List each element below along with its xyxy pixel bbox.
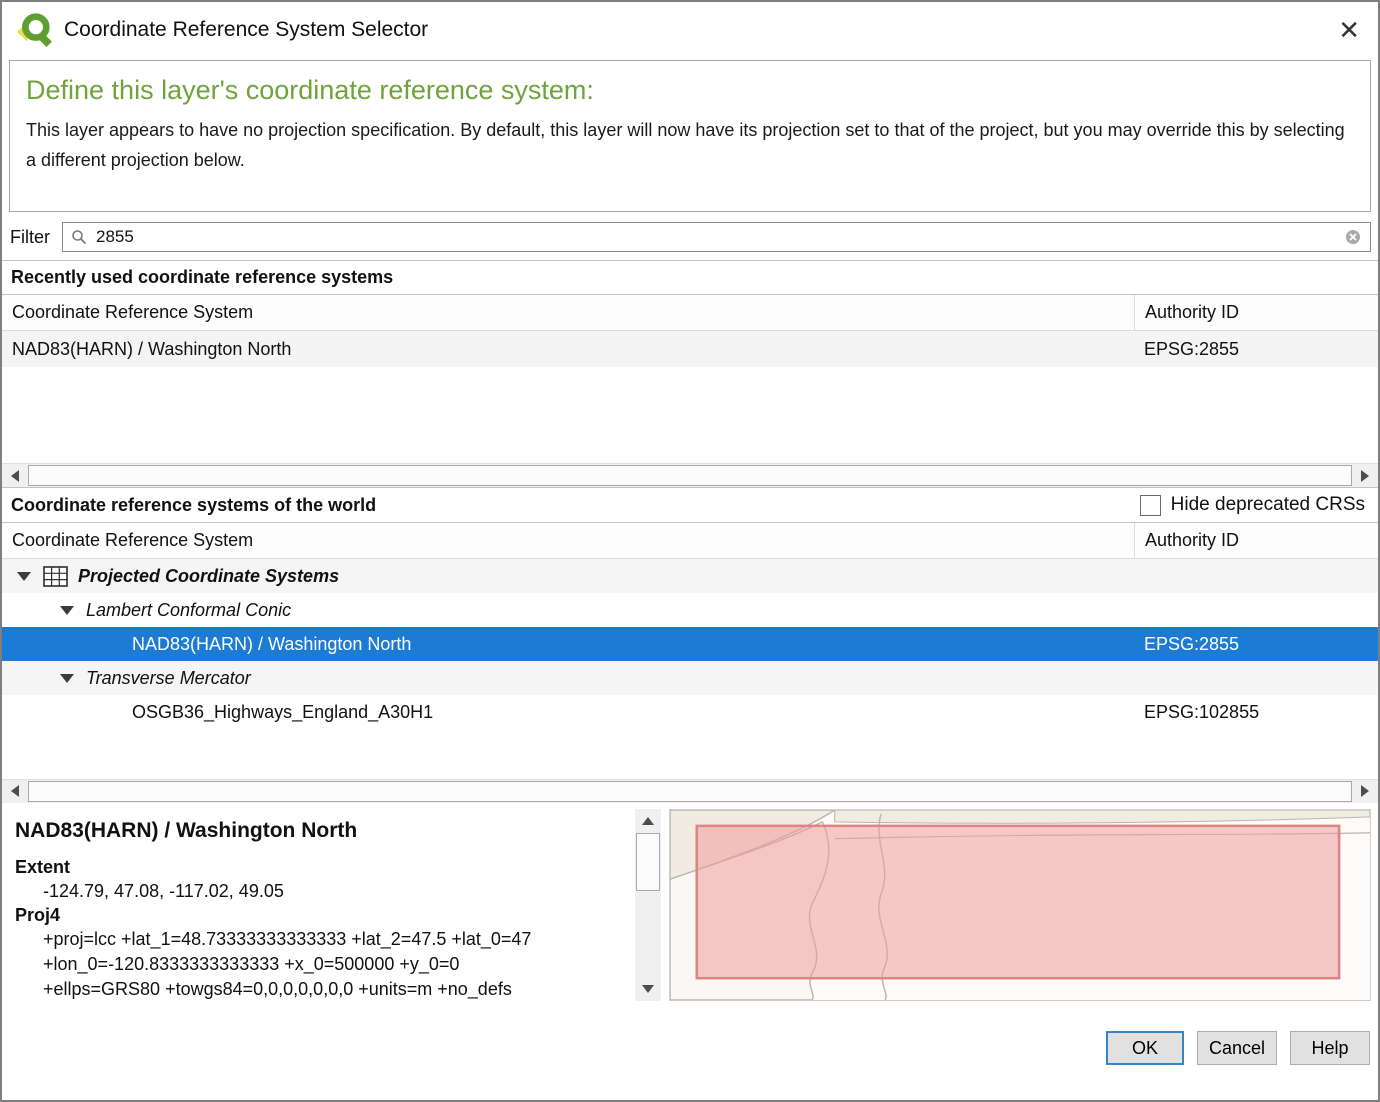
details-crs-name: NAD83(HARN) / Washington North bbox=[15, 819, 629, 843]
define-crs-heading: Define this layer's coordinate reference… bbox=[26, 75, 1354, 106]
tree-group-projected-coordinate-systems[interactable]: Projected Coordinate Systems bbox=[2, 559, 1378, 593]
world-col-crs: Coordinate Reference System bbox=[2, 523, 1134, 558]
hide-deprecated-group: Hide deprecated CRSs bbox=[1140, 494, 1369, 516]
header-message-box: Define this layer's coordinate reference… bbox=[9, 60, 1371, 212]
extent-rectangle bbox=[697, 825, 1339, 977]
scroll-right-icon[interactable] bbox=[1352, 464, 1378, 487]
extent-preview-map bbox=[669, 809, 1371, 1001]
world-section-bar: Coordinate reference systems of the worl… bbox=[2, 487, 1378, 523]
recent-crs-row[interactable]: NAD83(HARN) / Washington North EPSG:2855 bbox=[2, 331, 1378, 367]
world-col-authority: Authority ID bbox=[1134, 523, 1378, 558]
search-icon bbox=[71, 229, 87, 245]
scroll-left-icon[interactable] bbox=[2, 780, 28, 803]
recent-horizontal-scrollbar[interactable] bbox=[2, 463, 1378, 487]
recent-section-title: Recently used coordinate reference syste… bbox=[2, 260, 1378, 295]
header-description: This layer appears to have no projection… bbox=[26, 116, 1354, 175]
tree-group-transverse-mercator[interactable]: Transverse Mercator bbox=[2, 661, 1378, 695]
chevron-down-icon[interactable] bbox=[60, 674, 74, 683]
world-scrollbar-thumb[interactable] bbox=[28, 781, 1352, 802]
filter-row: Filter bbox=[2, 222, 1378, 260]
details-scrollbar-thumb[interactable] bbox=[636, 833, 660, 891]
world-table-header: Coordinate Reference System Authority ID bbox=[2, 523, 1378, 559]
titlebar: Coordinate Reference System Selector ✕ bbox=[2, 2, 1378, 58]
qgis-logo-icon bbox=[14, 11, 52, 49]
proj4-line: +proj=lcc +lat_1=48.73333333333333 +lat_… bbox=[13, 927, 629, 952]
world-section-title: Coordinate reference systems of the worl… bbox=[11, 495, 376, 516]
chevron-down-icon[interactable] bbox=[60, 606, 74, 615]
crs-selector-dialog: Coordinate Reference System Selector ✕ D… bbox=[0, 0, 1380, 1102]
recent-table-header: Coordinate Reference System Authority ID bbox=[2, 295, 1378, 331]
scroll-right-icon[interactable] bbox=[1352, 780, 1378, 803]
details-vertical-scrollbar[interactable] bbox=[635, 809, 661, 1001]
tree-row-osgb36-highways-england[interactable]: OSGB36_Highways_England_A30H1 EPSG:10285… bbox=[2, 695, 1378, 729]
crs-details-pane: NAD83(HARN) / Washington North Extent -1… bbox=[9, 809, 635, 1001]
world-table-empty-area bbox=[2, 729, 1378, 779]
bottom-panel: NAD83(HARN) / Washington North Extent -1… bbox=[9, 809, 1371, 1001]
cancel-button[interactable]: Cancel bbox=[1197, 1031, 1277, 1065]
filter-input[interactable] bbox=[94, 226, 1337, 248]
help-button[interactable]: Help bbox=[1290, 1031, 1370, 1065]
chevron-down-icon[interactable] bbox=[17, 572, 31, 581]
close-icon[interactable]: ✕ bbox=[1338, 17, 1360, 43]
window-title: Coordinate Reference System Selector bbox=[64, 18, 428, 42]
hide-deprecated-checkbox[interactable] bbox=[1140, 495, 1161, 516]
tree-row-nad83-harn-washington-north[interactable]: NAD83(HARN) / Washington North EPSG:2855 bbox=[2, 627, 1378, 661]
world-horizontal-scrollbar[interactable] bbox=[2, 779, 1378, 803]
filter-label: Filter bbox=[10, 227, 50, 248]
recent-col-authority: Authority ID bbox=[1134, 295, 1378, 330]
extent-label: Extent bbox=[15, 857, 629, 878]
clear-filter-icon[interactable] bbox=[1344, 228, 1362, 246]
scroll-up-icon[interactable] bbox=[635, 809, 661, 833]
recent-table-empty-area bbox=[2, 367, 1378, 463]
ok-button[interactable]: OK bbox=[1106, 1031, 1184, 1065]
proj4-label: Proj4 bbox=[15, 905, 629, 926]
extent-value: -124.79, 47.08, -117.02, 49.05 bbox=[13, 879, 629, 904]
tree-group-lambert-conformal-conic[interactable]: Lambert Conformal Conic bbox=[2, 593, 1378, 627]
recent-col-crs: Coordinate Reference System bbox=[2, 295, 1134, 330]
grid-icon bbox=[43, 566, 68, 587]
recent-scrollbar-thumb[interactable] bbox=[28, 465, 1352, 486]
scroll-down-icon[interactable] bbox=[635, 977, 661, 1001]
scroll-left-icon[interactable] bbox=[2, 464, 28, 487]
hide-deprecated-label: Hide deprecated CRSs bbox=[1171, 494, 1365, 516]
filter-input-container[interactable] bbox=[62, 222, 1371, 252]
dialog-button-row: OK Cancel Help bbox=[2, 1001, 1378, 1101]
proj4-line: +lon_0=-120.8333333333333 +x_0=500000 +y… bbox=[13, 952, 629, 977]
proj4-line: +ellps=GRS80 +towgs84=0,0,0,0,0,0,0 +uni… bbox=[13, 977, 629, 1001]
